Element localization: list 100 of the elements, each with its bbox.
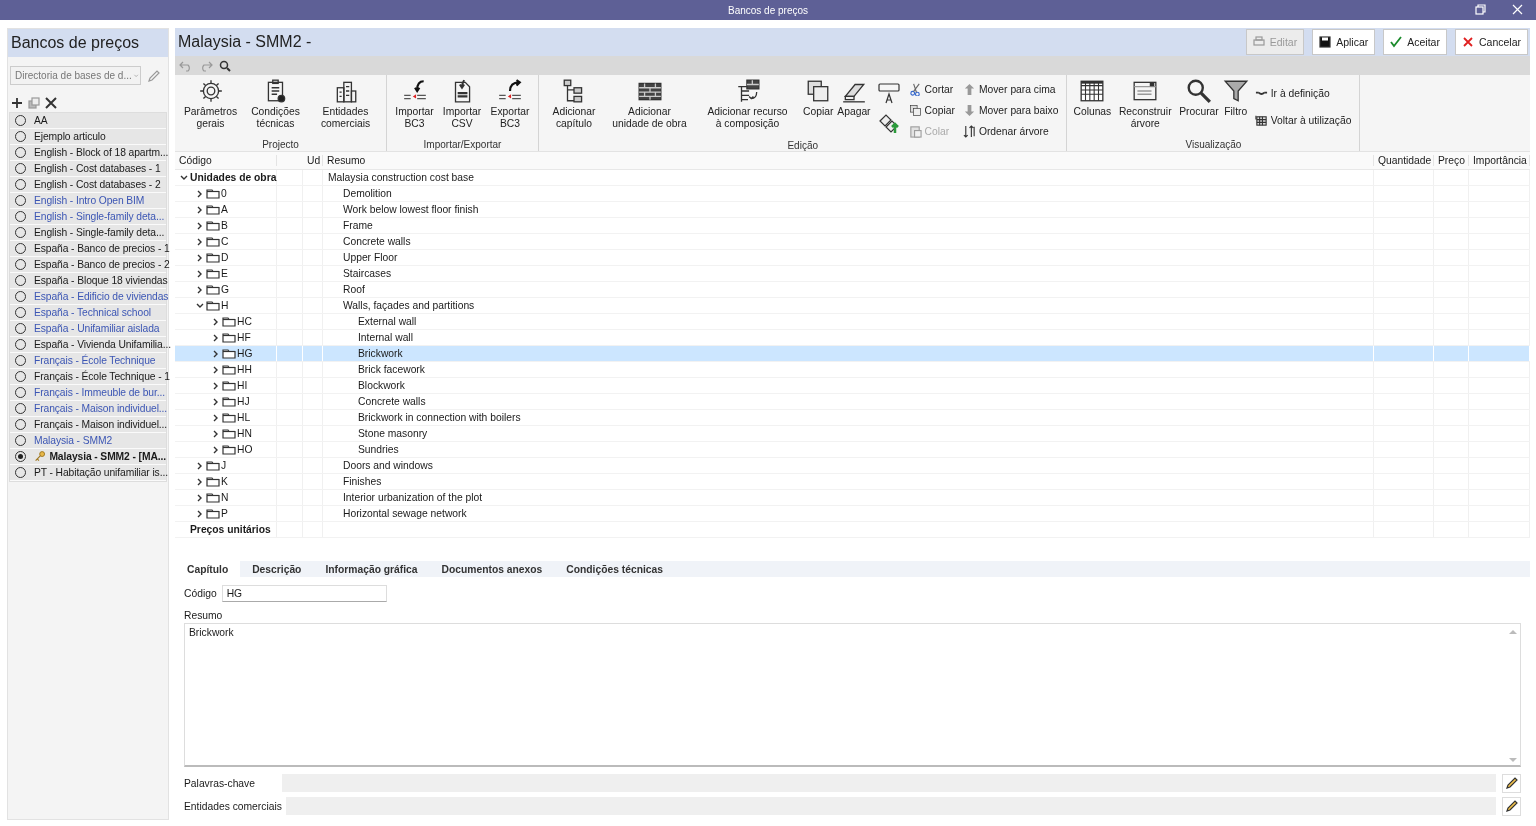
bricks-list-button[interactable]: Adicionar recurso à composição: [694, 77, 801, 131]
database-item[interactable]: English - Cost databases - 2: [10, 177, 166, 193]
column-header[interactable]: Ud: [303, 155, 323, 166]
restore-icon[interactable]: [1475, 4, 1486, 15]
database-item[interactable]: Français - École Technique: [10, 353, 166, 369]
detail-tab[interactable]: Documentos anexos: [429, 561, 555, 577]
tree-row[interactable]: HG Brickwork: [175, 346, 1530, 362]
copy-button[interactable]: Copiar: [908, 102, 955, 119]
funnel-button[interactable]: Filtro: [1220, 77, 1251, 119]
folder-icon: [222, 380, 236, 391]
window-button[interactable]: Reconstruir árvore: [1113, 77, 1178, 131]
tree-row[interactable]: P Horizontal sewage network: [175, 506, 1530, 522]
column-header[interactable]: Importância: [1469, 155, 1530, 166]
detail-tab[interactable]: Capítulo: [175, 561, 241, 577]
database-item[interactable]: Français - Maison individuel...: [10, 401, 166, 417]
tree-row[interactable]: 0 Demolition: [175, 186, 1530, 202]
detail-tab[interactable]: Informação gráfica: [313, 561, 430, 577]
tree-row[interactable]: E Staircases: [175, 266, 1530, 282]
tree-row[interactable]: N Interior urbanization of the plot: [175, 490, 1530, 506]
pencil-icon[interactable]: [147, 68, 161, 83]
tree-row[interactable]: D Upper Floor: [175, 250, 1530, 266]
search-icon[interactable]: [219, 59, 231, 72]
tree-row[interactable]: HN Stone masonry: [175, 426, 1530, 442]
summary-text: Malaysia construction cost base: [328, 172, 474, 183]
folder-icon: [222, 396, 236, 407]
detail-tab[interactable]: Descrição: [240, 561, 314, 577]
tree-row[interactable]: HL Brickwork in connection with boilers: [175, 410, 1530, 426]
eraser-button[interactable]: Apagar: [835, 77, 873, 119]
code-field[interactable]: HG: [221, 585, 387, 602]
copy-button[interactable]: Copiar: [801, 77, 836, 119]
scroll-down-icon: [1508, 757, 1518, 763]
gear-button[interactable]: Parâmetros gerais: [179, 77, 242, 131]
detail-tab[interactable]: Condições técnicas: [554, 561, 675, 577]
csv-document-button[interactable]: Importar CSV: [438, 77, 486, 131]
buildings-button[interactable]: Entidades comerciais: [309, 77, 382, 131]
clipboard-button[interactable]: Condições técnicas: [242, 77, 309, 131]
tree-row[interactable]: A Work below lowest floor finish: [175, 202, 1530, 218]
column-header[interactable]: Preço: [1434, 155, 1469, 166]
document-arrow-button[interactable]: Importar BC3: [391, 77, 438, 131]
summary-text: Roof: [343, 284, 365, 295]
group-label: Edição: [787, 140, 818, 152]
database-item[interactable]: España - Technical school: [10, 305, 166, 321]
column-header[interactable]: Código: [175, 155, 277, 166]
database-item[interactable]: PT - Habitação unifamiliar is...: [10, 465, 166, 481]
column-header[interactable]: Resumo: [323, 155, 1374, 166]
directory-dropdown[interactable]: Directoria de bases de d...: [10, 66, 141, 85]
database-item[interactable]: Français - Immeuble de bur...: [10, 385, 166, 401]
tree-row[interactable]: G Roof: [175, 282, 1530, 298]
tree-row[interactable]: HJ Concrete walls: [175, 394, 1530, 410]
database-item[interactable]: Ejemplo articulo: [10, 129, 166, 145]
tree-row[interactable]: J Doors and windows: [175, 458, 1530, 474]
database-item[interactable]: English - Intro Open BIM: [10, 193, 166, 209]
tree-row[interactable]: C Concrete walls: [175, 234, 1530, 250]
edit-button[interactable]: [1502, 796, 1521, 816]
hierarchy-button[interactable]: Adicionar capítulo: [543, 77, 605, 131]
database-item[interactable]: España - Edificio de viviendas: [10, 289, 166, 305]
grid-icon: [1079, 78, 1106, 104]
brick-wall-button[interactable]: Adicionar unidade de obra: [605, 77, 694, 131]
plus-icon[interactable]: [11, 97, 23, 109]
tree-row[interactable]: Preços unitários: [175, 522, 1530, 538]
arrow-link-button[interactable]: Ir à definição: [1254, 85, 1352, 102]
tree-row[interactable]: HI Blockwork: [175, 378, 1530, 394]
delete-icon[interactable]: [45, 97, 57, 109]
tree-row[interactable]: K Finishes: [175, 474, 1530, 490]
tree-row[interactable]: HC External wall: [175, 314, 1530, 330]
database-item[interactable]: English - Single-family deta...: [10, 225, 166, 241]
table-button[interactable]: Voltar à utilização: [1254, 112, 1352, 129]
database-item[interactable]: English - Block of 18 apartm...: [10, 145, 166, 161]
arrow-up-button[interactable]: Mover para cima: [962, 81, 1059, 98]
database-name: English - Single-family deta...: [34, 211, 165, 222]
code-text: B: [221, 220, 228, 231]
summary-field[interactable]: Brickwork: [184, 623, 1521, 767]
tree-row[interactable]: HH Brick facework: [175, 362, 1530, 378]
table-icon: [1254, 114, 1268, 127]
tree-row[interactable]: HO Sundries: [175, 442, 1530, 458]
database-item[interactable]: Malaysia - SMM2 - [MA...: [10, 449, 166, 465]
tree-row[interactable]: Unidades de obra Malaysia construction cost base: [175, 170, 1530, 186]
database-item[interactable]: España - Bloque 18 viviendas: [10, 273, 166, 289]
arrow-down-button[interactable]: Mover para baixo: [962, 102, 1059, 119]
tree-row[interactable]: H Walls, façades and partitions: [175, 298, 1530, 314]
grid-button[interactable]: Colunas: [1071, 77, 1114, 119]
accept-button[interactable]: Aceitar: [1383, 29, 1447, 55]
summary-text: Demolition: [343, 188, 392, 199]
column-header[interactable]: Quantidade: [1374, 155, 1434, 166]
scissors-icon: [908, 83, 922, 96]
database-item[interactable]: English - Single-family deta...: [10, 209, 166, 225]
apply-button[interactable]: Aplicar: [1312, 29, 1376, 55]
database-item[interactable]: Français - Maison individuel...: [10, 417, 166, 433]
document-arrow-button[interactable]: Exportar BC3: [486, 77, 534, 131]
database-item[interactable]: España - Unifamiliar aislada: [10, 321, 166, 337]
cancel-button[interactable]: Cancelar: [1454, 29, 1528, 55]
edit-button[interactable]: [1502, 773, 1521, 793]
close-icon[interactable]: [1512, 4, 1523, 15]
database-item[interactable]: English - Cost databases - 1: [10, 161, 166, 177]
sort-button[interactable]: Ordenar árvore: [962, 123, 1059, 140]
database-item[interactable]: AA: [10, 113, 166, 129]
search-button[interactable]: Procurar: [1177, 77, 1221, 119]
database-item[interactable]: Malaysia - SMM2: [10, 433, 166, 449]
tree-row[interactable]: B Frame: [175, 218, 1530, 234]
scissors-button[interactable]: Cortar: [908, 81, 955, 98]
